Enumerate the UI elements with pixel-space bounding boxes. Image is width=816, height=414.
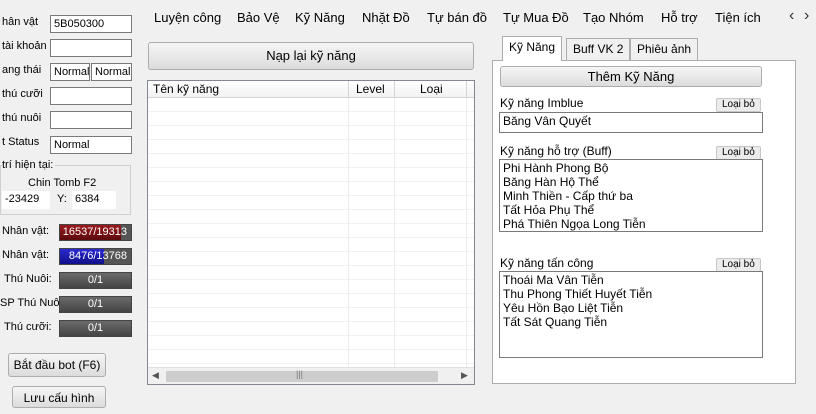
pet-field[interactable] <box>50 111 132 129</box>
character-name-field[interactable]: 5B050300 <box>50 15 132 33</box>
menu-scroll-right-icon[interactable]: › <box>804 7 809 25</box>
status-field-2[interactable]: Normal <box>91 63 132 81</box>
mp-character-value: 8476/13768 <box>68 250 127 262</box>
menu-ky-nang[interactable]: Kỹ Năng <box>295 10 345 25</box>
column-gridline <box>394 98 395 367</box>
menu-tien-ich[interactable]: Tiện ích <box>715 10 761 25</box>
column-level[interactable]: Level <box>356 82 385 96</box>
menu-luyen-cong[interactable]: Luyện công <box>154 10 221 25</box>
tab-buff-vk2[interactable]: Buff VK 2 <box>566 38 631 60</box>
imblue-skill-field[interactable]: Băng Vân Quyết <box>499 112 763 133</box>
list-item[interactable]: Thoái Ma Vân Tiễn <box>503 273 759 287</box>
status-field-1[interactable]: Normal <box>50 63 90 81</box>
character-name-label: hân vật <box>2 16 39 28</box>
buff-section-title: Kỹ năng hỗ trợ (Buff) <box>500 144 612 158</box>
pet-status-label: t Status <box>2 136 40 148</box>
buff-skill-list[interactable]: Phi Hành Phong Bộ Băng Hàn Hộ Thể Minh T… <box>499 159 763 232</box>
list-item[interactable]: Phi Hành Phong Bộ <box>503 161 759 175</box>
column-type[interactable]: Loại <box>420 82 443 96</box>
reload-skills-button[interactable]: Nạp lại kỹ năng <box>148 42 474 70</box>
status-label: ang thái <box>2 64 42 76</box>
pet-status-field[interactable]: Normal <box>50 136 132 154</box>
column-divider <box>466 81 467 98</box>
attack-skill-list[interactable]: Thoái Ma Vân Tiễn Thu Phong Thiết Huyết … <box>499 271 763 358</box>
mp-character-label: Nhân vật: <box>2 249 50 261</box>
start-bot-button[interactable]: Bắt đầu bot (F6) <box>8 353 106 377</box>
column-gridline <box>466 98 467 367</box>
hp-character-value: 16537/19313 <box>62 226 127 238</box>
mount-label: thú cưỡi <box>2 88 43 100</box>
hp-mount-value: 0/1 <box>87 322 104 334</box>
buff-remove-button[interactable]: Loại bỏ <box>716 146 761 160</box>
pet-label: thú nuôi <box>2 112 42 124</box>
scrollbar-thumb[interactable]: ||| <box>166 369 438 382</box>
hp-character-bar: 16537/19313 <box>59 224 132 241</box>
mp-pet-value: 0/1 <box>87 298 104 310</box>
column-divider <box>394 81 395 98</box>
column-skill-name[interactable]: Tên kỹ năng <box>153 82 219 96</box>
list-item[interactable]: Tất Sát Quang Tiễn <box>503 315 759 329</box>
grip-icon: ||| <box>296 369 304 379</box>
hp-pet-label: Thú Nuôi: <box>4 273 52 285</box>
imblue-section-title: Kỹ năng Imblue <box>500 96 584 110</box>
mount-field[interactable] <box>50 87 132 105</box>
mp-character-bar: 8476/13768 <box>59 248 132 265</box>
scroll-right-icon[interactable]: ▶ <box>461 370 468 381</box>
menu-bao-ve[interactable]: Bảo Vệ <box>237 10 280 25</box>
tab-ky-nang[interactable]: Kỹ Năng <box>502 36 563 61</box>
skill-table-header: Tên kỹ năng Level Loại <box>148 81 474 98</box>
horizontal-scrollbar[interactable]: ◀ ||| ▶ <box>148 367 474 384</box>
tab-phieu-anh[interactable]: Phiêu ảnh <box>630 38 699 60</box>
hp-pet-value: 0/1 <box>87 274 104 286</box>
menu-tao-nhom[interactable]: Tạo Nhóm <box>583 10 644 25</box>
y-coordinate: 6384 <box>72 191 116 209</box>
menu-scroll-left-icon[interactable]: ‹ <box>789 7 794 25</box>
mp-pet-label: SP Thú Nuôi: <box>0 297 66 309</box>
menu-nhat-do[interactable]: Nhặt Đồ <box>362 10 410 25</box>
skill-list-table[interactable]: Tên kỹ năng Level Loại ◀ ||| ▶ <box>147 80 475 385</box>
list-item[interactable]: Minh Thiền - Cấp thứ ba <box>503 189 759 203</box>
add-skill-button[interactable]: Thêm Kỹ Năng <box>500 66 762 87</box>
list-item[interactable]: Phá Thiên Ngọa Long Tiễn <box>503 217 759 231</box>
hp-mount-bar: 0/1 <box>59 320 132 337</box>
hp-mount-label: Thú cưỡi: <box>4 321 52 333</box>
list-item[interactable]: Yêu Hồn Bạo Liệt Tiễn <box>503 301 759 315</box>
map-name: Chin Tomb F2 <box>28 177 97 189</box>
list-item[interactable]: Thu Phong Thiết Huyết Tiễn <box>503 287 759 301</box>
menu-ho-tro[interactable]: Hỗ trợ <box>661 10 698 25</box>
x-coordinate: -23429 <box>2 191 50 209</box>
menu-tu-ban-do[interactable]: Tự bán đồ <box>427 10 487 25</box>
attack-section-title: Kỹ năng tấn công <box>500 256 594 270</box>
menu-tu-mua-do[interactable]: Tự Mua Đồ <box>503 10 569 25</box>
scroll-left-icon[interactable]: ◀ <box>152 370 159 381</box>
skill-table-body <box>148 98 474 367</box>
account-label: tài khoản <box>2 40 47 52</box>
hp-pet-bar: 0/1 <box>59 272 132 289</box>
y-label: Y: <box>57 193 67 205</box>
save-config-button[interactable]: Lưu cấu hình <box>12 386 106 408</box>
list-item[interactable]: Băng Hàn Hộ Thể <box>503 175 759 189</box>
imblue-remove-button[interactable]: Loại bỏ <box>716 98 761 112</box>
account-field[interactable] <box>50 39 132 57</box>
column-divider <box>348 81 349 98</box>
column-gridline <box>348 98 349 367</box>
imblue-skill-value: Băng Vân Quyết <box>503 114 592 128</box>
attack-remove-button[interactable]: Loại bỏ <box>716 258 761 272</box>
hp-character-label: Nhân vật: <box>2 225 50 237</box>
position-title: trí hiện tại: <box>2 159 56 171</box>
list-item[interactable]: Tất Hỏa Phụ Thể <box>503 203 759 217</box>
mp-pet-bar: 0/1 <box>59 296 132 313</box>
